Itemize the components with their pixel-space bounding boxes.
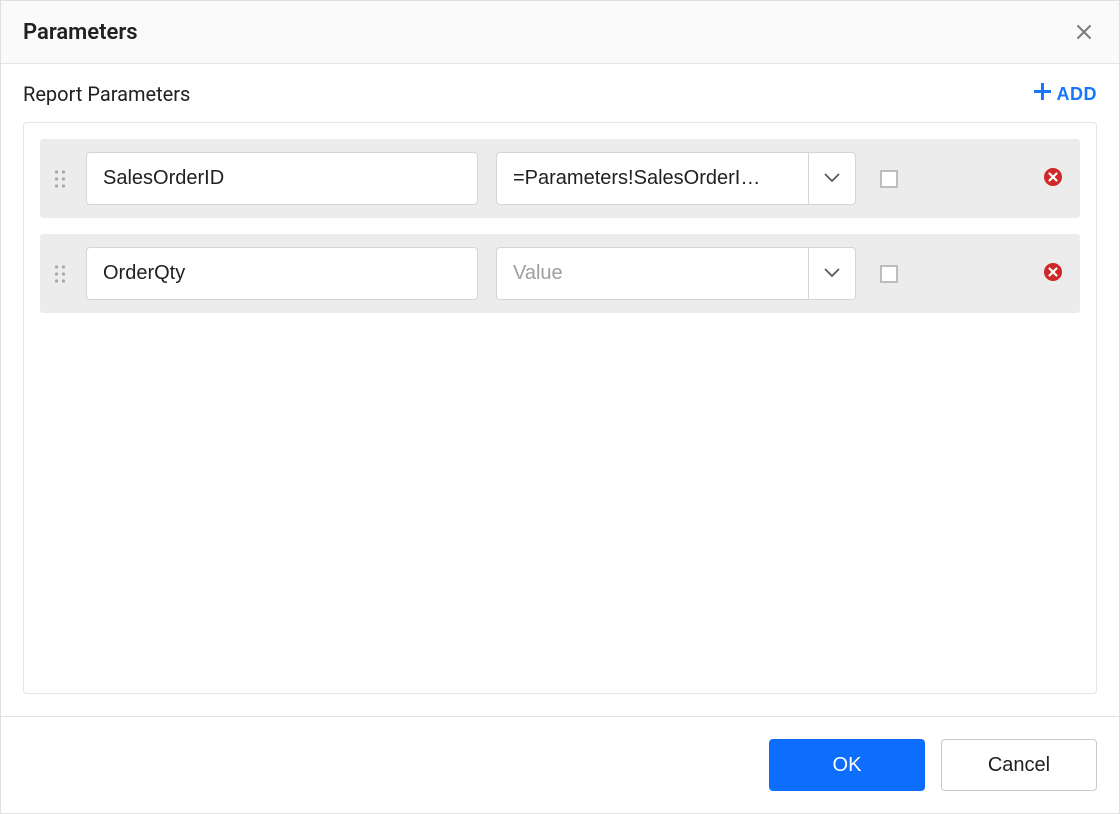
parameter-row <box>40 234 1080 313</box>
dialog-header: Parameters <box>1 1 1119 64</box>
parameter-checkbox[interactable] <box>880 170 898 188</box>
parameter-value-dropdown[interactable] <box>808 247 856 300</box>
parameter-value-combo <box>496 152 856 205</box>
drag-handle-icon[interactable] <box>50 169 68 189</box>
add-button-label: ADD <box>1057 84 1098 105</box>
parameter-value-input[interactable] <box>496 152 808 205</box>
chevron-down-icon <box>823 171 841 186</box>
ok-button[interactable]: OK <box>769 739 925 791</box>
section-subheader: Report Parameters ADD <box>23 82 1097 106</box>
delete-icon <box>1044 263 1062 284</box>
cancel-button[interactable]: Cancel <box>941 739 1097 791</box>
parameter-name-input[interactable] <box>86 152 478 205</box>
close-button[interactable] <box>1071 19 1097 45</box>
parameter-value-dropdown[interactable] <box>808 152 856 205</box>
delete-parameter-button[interactable] <box>1044 168 1062 189</box>
drag-handle-icon[interactable] <box>50 264 68 284</box>
delete-icon <box>1044 168 1062 189</box>
parameter-value-input[interactable] <box>496 247 808 300</box>
parameter-list <box>23 122 1097 694</box>
parameter-value-combo <box>496 247 856 300</box>
parameter-row <box>40 139 1080 218</box>
parameter-checkbox[interactable] <box>880 265 898 283</box>
dialog-footer: OK Cancel <box>1 716 1119 813</box>
plus-icon <box>1034 83 1051 105</box>
add-button[interactable]: ADD <box>1034 83 1098 105</box>
dialog-title: Parameters <box>23 20 138 45</box>
section-subtitle: Report Parameters <box>23 82 190 106</box>
parameters-dialog: Parameters Report Parameters ADD <box>0 0 1120 814</box>
delete-parameter-button[interactable] <box>1044 263 1062 284</box>
parameter-name-input[interactable] <box>86 247 478 300</box>
chevron-down-icon <box>823 266 841 281</box>
dialog-body: Report Parameters ADD <box>1 64 1119 716</box>
